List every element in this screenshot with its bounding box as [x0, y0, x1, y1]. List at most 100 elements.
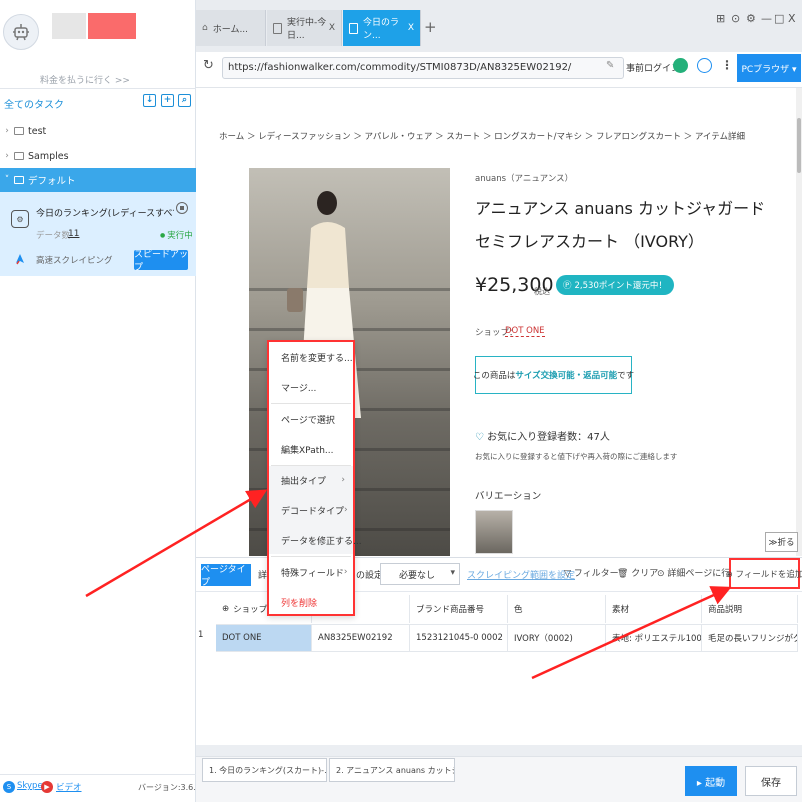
maximize-button[interactable]: □	[774, 12, 784, 25]
launch-button[interactable]: ▸ 起動	[685, 766, 737, 796]
profile-icon[interactable]	[697, 58, 712, 73]
menu-item-label: マージ...	[281, 383, 317, 394]
skype-icon: S	[3, 781, 15, 793]
video-link[interactable]: ビデオ	[56, 781, 82, 793]
menu-item-rename[interactable]: 名前を変更する...	[269, 344, 353, 370]
task-tab-1[interactable]: 1. 今日のランキング(スカート)-...	[202, 758, 327, 782]
folder-samples[interactable]: › Samples	[0, 144, 196, 168]
column-header[interactable]: ブランド商品番号	[410, 595, 508, 623]
menu-item-extract-type[interactable]: 抽出タイプ ›	[269, 467, 353, 493]
new-tab-button[interactable]: +	[424, 18, 437, 36]
chevron-down-icon: ˅	[4, 175, 10, 185]
prelogin-button[interactable]: 事前ログイン	[626, 61, 680, 74]
chevron-right-icon: ›	[5, 151, 9, 161]
move-icon[interactable]: ⊕	[222, 604, 229, 614]
page-type-value: 詳	[258, 571, 268, 581]
avatar-robot-icon[interactable]	[3, 14, 39, 50]
column-header[interactable]: 色	[508, 595, 606, 623]
tab-running[interactable]: 実行中-今日... X	[267, 10, 342, 46]
menu-item-decode-type[interactable]: デコードタイプ ›	[269, 497, 353, 523]
status-badge: 実行中	[160, 229, 193, 241]
filter-button[interactable]: ▽ フィルター	[564, 566, 619, 579]
exchange-post: です	[617, 371, 635, 381]
table-cell[interactable]: DOT ONE	[216, 624, 312, 652]
folder-default[interactable]: ˅ デフォルト	[0, 168, 196, 192]
folder-test[interactable]: › test	[0, 119, 196, 143]
all-tasks-label[interactable]: 全てのタスク	[4, 96, 64, 111]
column-header[interactable]: 素材	[606, 595, 702, 623]
data-count[interactable]: 11	[68, 229, 79, 239]
add-task-icon[interactable]: +	[161, 94, 174, 107]
gift-icon[interactable]: ⊞	[716, 12, 725, 25]
task-name[interactable]: 今日のランキング(レディースすべて)-ファ...	[36, 206, 174, 219]
table-cell[interactable]: AN8325EW02192	[312, 624, 410, 652]
clear-button[interactable]: 🗑 クリア	[617, 566, 658, 579]
shop-name[interactable]: DOT ONE	[505, 326, 545, 337]
help-icon[interactable]: ⊙	[731, 12, 740, 25]
menu-item-label: 列を削除	[281, 598, 318, 609]
tab-label: ホーム...	[212, 24, 249, 35]
tab-close-icon[interactable]: X	[408, 23, 414, 33]
speedup-button[interactable]: スピードアップ	[134, 250, 188, 273]
menu-item-merge[interactable]: マージ...	[269, 374, 353, 400]
skype-link[interactable]: Skype	[17, 781, 43, 791]
task-tab-2[interactable]: 2. アニュアンス anuans カットジ... ×	[329, 758, 455, 782]
tab-label: 今日のラン...	[363, 18, 400, 41]
url-text[interactable]: https://fashionwalker.com/commodity/STMI…	[228, 62, 571, 73]
tab-close-icon[interactable]: X	[329, 23, 335, 33]
fold-button[interactable]: ≫折る	[765, 532, 798, 552]
menu-divider	[271, 403, 351, 404]
task-tab-label: 2. アニュアンス anuans カットジ...	[336, 765, 455, 775]
robot-icon: ⚙	[11, 210, 29, 228]
close-window-button[interactable]: X	[788, 12, 796, 25]
folder-label: Samples	[28, 150, 69, 162]
minimize-button[interactable]: —	[761, 12, 772, 25]
page-icon	[349, 22, 358, 34]
rocket-icon	[16, 254, 24, 265]
table-cell[interactable]: 毛足の長いフリンジがグレー...	[702, 624, 798, 652]
version-label: バージョン:3.6.4	[138, 783, 201, 792]
settings-icon[interactable]: ⚙	[746, 12, 756, 25]
setting-label: の設定	[356, 571, 384, 581]
column-header-label: 商品説明	[708, 605, 743, 615]
folder-label: デフォルト	[28, 176, 76, 187]
import-icon[interactable]: ↓	[143, 94, 156, 107]
breadcrumb[interactable]: ホーム ＞ レディースファッション ＞ アパレル・ウェア ＞ スカート ＞ ロン…	[219, 130, 745, 142]
table-cell[interactable]: 1523121045-0 0002	[410, 624, 508, 652]
search-task-icon[interactable]: ⌕	[178, 94, 191, 107]
account-icon[interactable]	[673, 58, 688, 73]
add-field-button[interactable]: ⊕ フィールドを追加	[726, 558, 802, 589]
tab-ranking-active[interactable]: 今日のラン... X	[343, 10, 421, 46]
chevron-right-icon: ›	[341, 475, 345, 485]
task-tab-label: 1. 今日のランキング(スカート)-...	[209, 765, 327, 775]
menu-item-select-in-page[interactable]: ページで選択	[269, 406, 353, 432]
more-menu-icon[interactable]: ⋮	[721, 58, 733, 72]
page-type-button[interactable]: ページタイプ	[201, 564, 251, 588]
menu-item-edit-xpath[interactable]: 編集XPath...	[269, 436, 353, 462]
tab-home[interactable]: ⌂ ホーム...	[196, 10, 266, 46]
reload-icon[interactable]: ↻	[203, 58, 214, 73]
page-scroll-thumb[interactable]	[797, 118, 801, 173]
pay-link[interactable]: 料金を払うに行く >>	[40, 73, 130, 86]
menu-item-special-field[interactable]: 特殊フィールド ›	[269, 559, 353, 585]
edit-url-icon[interactable]: ✎	[606, 60, 614, 71]
menu-item-modify-data[interactable]: データを修正する...	[269, 527, 362, 553]
folder-icon	[14, 127, 24, 135]
brand-name[interactable]: anuans（アニュアンス）	[475, 172, 573, 184]
table-cell[interactable]: IVORY（0002)	[508, 624, 606, 652]
points-badge: Ⓟ 2,530ポイント還元中！	[556, 275, 674, 295]
stop-icon[interactable]	[176, 202, 188, 214]
plan-badge-redacted	[88, 13, 136, 39]
menu-item-label: 特殊フィールド	[281, 568, 344, 579]
scrape-range-link[interactable]: スクレイピング範囲を設定	[467, 568, 575, 581]
favorite-count[interactable]: ♡ お気に入り登録者数：47人	[475, 428, 610, 443]
pc-browser-dropdown[interactable]: PCブラウザ ▾	[737, 54, 801, 82]
column-header[interactable]: 商品説明	[702, 595, 798, 623]
table-cell[interactable]: 表地: ポリエステル100% ...	[606, 624, 702, 652]
menu-item-delete-column[interactable]: 列を削除	[269, 589, 353, 615]
save-button[interactable]: 保存	[745, 766, 797, 796]
exchange-bold: サイズ交換可能・返品可能	[515, 371, 618, 381]
variation-thumbnail[interactable]	[475, 510, 513, 554]
setting-select[interactable]: 必要なし	[380, 563, 460, 585]
column-header-label: 素材	[612, 605, 630, 615]
